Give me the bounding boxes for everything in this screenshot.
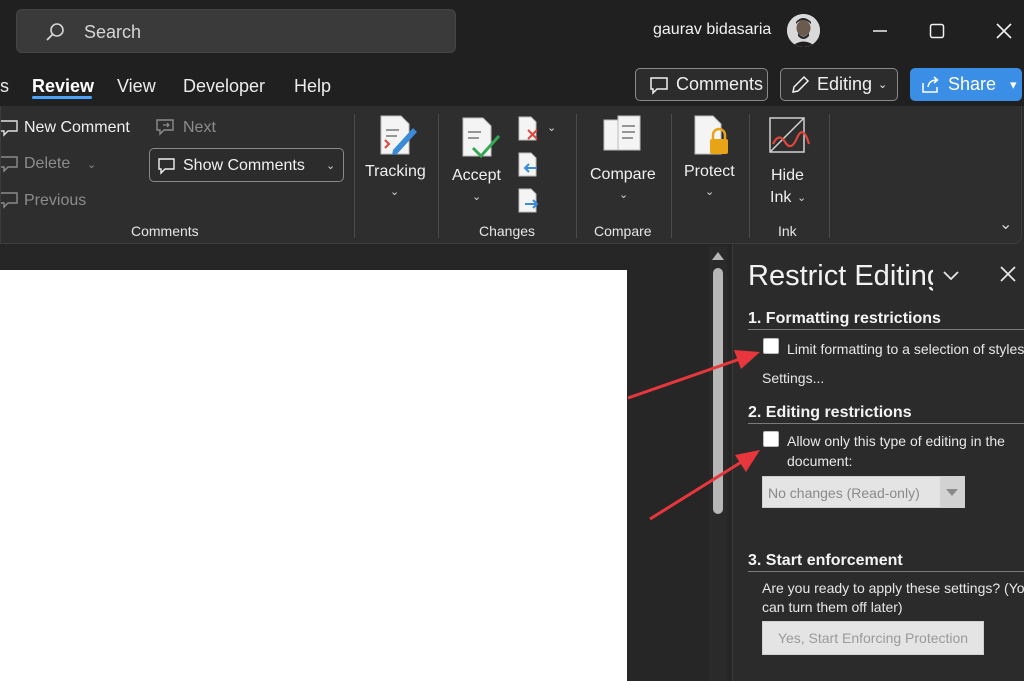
pane-options-chevron-icon[interactable] [942,270,960,282]
tracking-icon [380,115,417,155]
allow-editing-type-checkbox[interactable] [763,431,779,447]
next-comment-icon [156,119,174,136]
next-comment-button[interactable]: Next [183,119,216,137]
delete-comment-button[interactable]: Delete [24,155,70,173]
formatting-restrictions-heading: 1. Formatting restrictions [748,310,941,327]
divider [576,114,577,238]
accept-icon [462,117,501,159]
close-icon[interactable] [991,18,1017,44]
chevron-down-icon: ⌄ [878,79,888,91]
formatting-settings-link[interactable]: Settings... [762,370,824,386]
limit-formatting-label[interactable]: Limit formatting to a selection of style… [787,341,1024,357]
search-icon [46,23,64,41]
chevron-down-icon[interactable]: ⌄ [87,158,96,171]
ink-group-label: Ink [778,223,797,239]
chevron-down-icon[interactable]: ⌄ [705,185,714,198]
search-placeholder: Search [84,22,142,42]
divider [438,114,439,238]
divider [749,114,750,238]
previous-comment-button[interactable]: Previous [24,192,86,210]
compare-icon [603,115,641,151]
tab-review[interactable]: Review [32,76,94,97]
editing-button-label: Editing [817,74,873,94]
next-change-icon[interactable] [517,188,541,214]
chevron-down-icon: ⌄ [326,160,336,172]
title-bar: Search gaurav bidasaria [0,0,1024,62]
protect-icon [694,115,728,155]
comments-button[interactable]: Comments [635,68,768,101]
scroll-up-icon[interactable] [712,252,724,260]
limit-formatting-checkbox[interactable] [763,338,779,354]
changes-group-label: Changes [479,223,536,239]
active-tab-indicator [32,96,92,99]
hide-ink-button[interactable]: Hide [771,167,804,185]
restrict-editing-pane: Restrict Editing 1. Formatting restricti… [732,244,1024,681]
divider [354,114,355,238]
tab-help[interactable]: Help [294,76,331,97]
tab-developer[interactable]: Developer [183,76,265,97]
chevron-down-icon[interactable]: ▾ [1010,77,1017,93]
show-comments-button[interactable]: Show Comments ⌄ [149,148,344,182]
divider [829,114,830,238]
start-enforcement-heading: 3. Start enforcement [748,552,903,569]
search-box[interactable]: Search [16,9,456,53]
editing-type-select[interactable]: No changes (Read-only) [762,476,965,508]
allow-editing-label-line1[interactable]: Allow only this type of editing in the [787,433,1005,449]
new-comment-icon [1,120,18,137]
enforcement-description-line1: Are you ready to apply these settings? (… [762,580,1024,596]
pane-title: Restrict Editing [748,260,933,292]
share-button[interactable]: Share ▾ [910,68,1022,101]
compare-button[interactable]: Compare [590,166,656,184]
delete-comment-icon [1,156,18,173]
chevron-down-icon[interactable]: ⌄ [547,121,556,134]
editing-type-select-value: No changes (Read-only) [768,485,920,501]
allow-editing-label-line2[interactable]: document: [787,453,852,469]
enforcement-description-line2: can turn them off later) [762,599,903,615]
chevron-down-icon[interactable]: ⌄ [472,190,481,203]
comment-icon [650,76,668,95]
accept-button[interactable]: Accept [452,167,501,185]
divider [748,571,1024,572]
comments-button-label: Comments [676,74,764,94]
minimize-icon[interactable] [867,18,893,44]
divider [748,423,1024,424]
comments-group-label: Comments [131,223,199,239]
ribbon-expand-icon[interactable]: ⌄ [999,214,1012,234]
comment-icon [158,158,175,175]
divider [748,329,1024,330]
scrollbar-thumb[interactable] [713,268,723,514]
tab-view[interactable]: View [117,76,156,97]
hide-ink-button-line2[interactable]: Ink [770,189,791,207]
show-comments-label: Show Comments [183,157,305,174]
user-name[interactable]: gaurav bidasaria [653,21,771,39]
ribbon: New Comment Next Delete ⌄ Show Comments … [0,106,1022,244]
previous-change-icon[interactable] [517,152,541,178]
document-page[interactable] [0,270,627,681]
chevron-down-icon[interactable]: ⌄ [619,188,628,201]
editing-restrictions-heading: 2. Editing restrictions [748,404,912,421]
divider [671,114,672,238]
maximize-icon[interactable] [924,18,950,44]
chevron-down-icon [940,477,964,507]
reject-icon[interactable] [517,116,541,142]
share-button-label: Share [948,74,997,94]
share-icon [922,75,939,93]
tracking-button[interactable]: Tracking [365,163,426,181]
chevron-down-icon[interactable]: ⌄ [390,185,399,198]
previous-comment-icon [1,192,18,209]
protect-button[interactable]: Protect [684,163,735,181]
chevron-down-icon[interactable]: ⌄ [797,191,806,204]
hide-ink-icon [769,117,811,153]
pane-close-icon[interactable] [999,265,1017,283]
compare-group-label: Compare [594,223,652,239]
avatar[interactable] [787,14,820,47]
new-comment-button[interactable]: New Comment [24,119,130,137]
pencil-icon [792,75,810,93]
tab-partial[interactable]: s [0,76,9,97]
editing-mode-button[interactable]: Editing ⌄ [780,68,898,101]
start-enforcing-button[interactable]: Yes, Start Enforcing Protection [762,621,984,655]
